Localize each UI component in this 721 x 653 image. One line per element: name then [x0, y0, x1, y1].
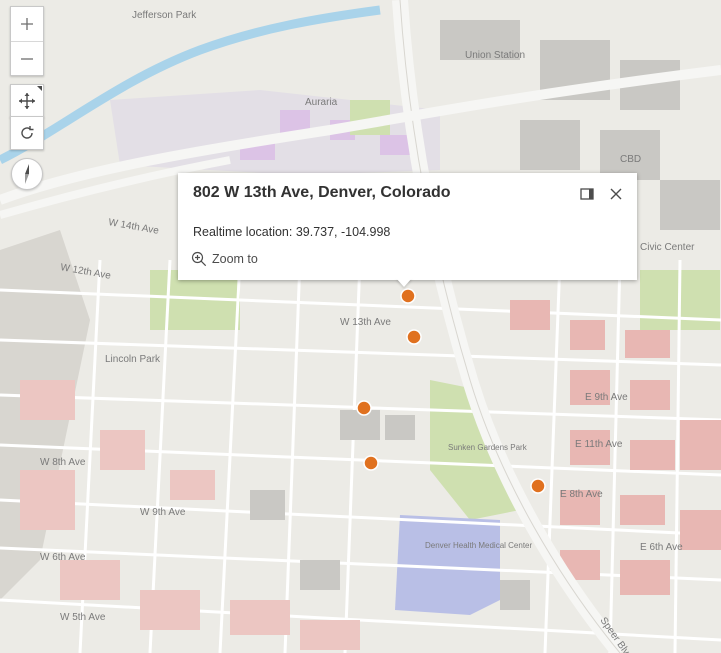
feature-popup: 802 W 13th Ave, Denver, Colorado Realtim…: [178, 173, 637, 280]
map-label: Civic Center: [640, 242, 695, 253]
compass-icon: [25, 164, 29, 184]
map-label: Union Station: [465, 50, 525, 61]
location-marker[interactable]: [406, 329, 422, 345]
map-label: W 5th Ave: [60, 612, 106, 623]
zoom-magnifier-icon: [191, 251, 207, 267]
selected-location-marker[interactable]: [400, 288, 416, 304]
map-label: Lincoln Park: [105, 354, 161, 365]
rotate-icon: [21, 126, 34, 139]
close-icon: [610, 188, 622, 200]
dock-icon: [580, 188, 594, 200]
map-label: E 11th Ave: [575, 439, 623, 450]
location-marker[interactable]: [356, 400, 372, 416]
basemap: Jefferson Park Union Station Auraria CBD…: [0, 0, 721, 653]
zoom-out-button[interactable]: [11, 41, 43, 75]
map-label: W 6th Ave: [40, 552, 86, 563]
location-marker[interactable]: [530, 478, 546, 494]
map-label: E 8th Ave: [560, 489, 603, 500]
dock-button[interactable]: [576, 183, 598, 205]
map-label: Denver Health Medical Center: [425, 541, 532, 550]
map-label: E 9th Ave: [585, 392, 628, 403]
map-label: W 9th Ave: [140, 507, 186, 518]
zoom-to-action[interactable]: Zoom to: [191, 251, 258, 267]
close-button[interactable]: [605, 183, 627, 205]
map-label: W 8th Ave: [40, 457, 86, 468]
map-label: CBD: [620, 154, 641, 165]
map-label: W 13th Ave: [340, 317, 391, 328]
popup-content: Realtime location: 39.737, -104.998: [193, 225, 391, 239]
pan-button[interactable]: [10, 84, 44, 118]
map-view[interactable]: Jefferson Park Union Station Auraria CBD…: [0, 0, 721, 653]
map-label: Sunken Gardens Park: [448, 443, 528, 452]
plus-icon: [21, 18, 33, 30]
location-marker[interactable]: [363, 455, 379, 471]
zoom-controls: [10, 6, 44, 76]
zoom-to-label: Zoom to: [212, 252, 258, 266]
map-label: Jefferson Park: [132, 10, 197, 21]
compass-button[interactable]: [11, 158, 43, 190]
move-arrows-icon: [19, 93, 35, 109]
popup-pointer: [396, 278, 412, 287]
map-label: Auraria: [305, 97, 338, 108]
map-label: E 6th Ave: [640, 542, 683, 553]
rotate-button[interactable]: [10, 116, 44, 150]
zoom-in-button[interactable]: [11, 7, 43, 41]
minus-icon: [21, 57, 33, 60]
menu-corner-indicator: [37, 86, 42, 91]
popup-title: 802 W 13th Ave, Denver, Colorado: [193, 184, 451, 201]
